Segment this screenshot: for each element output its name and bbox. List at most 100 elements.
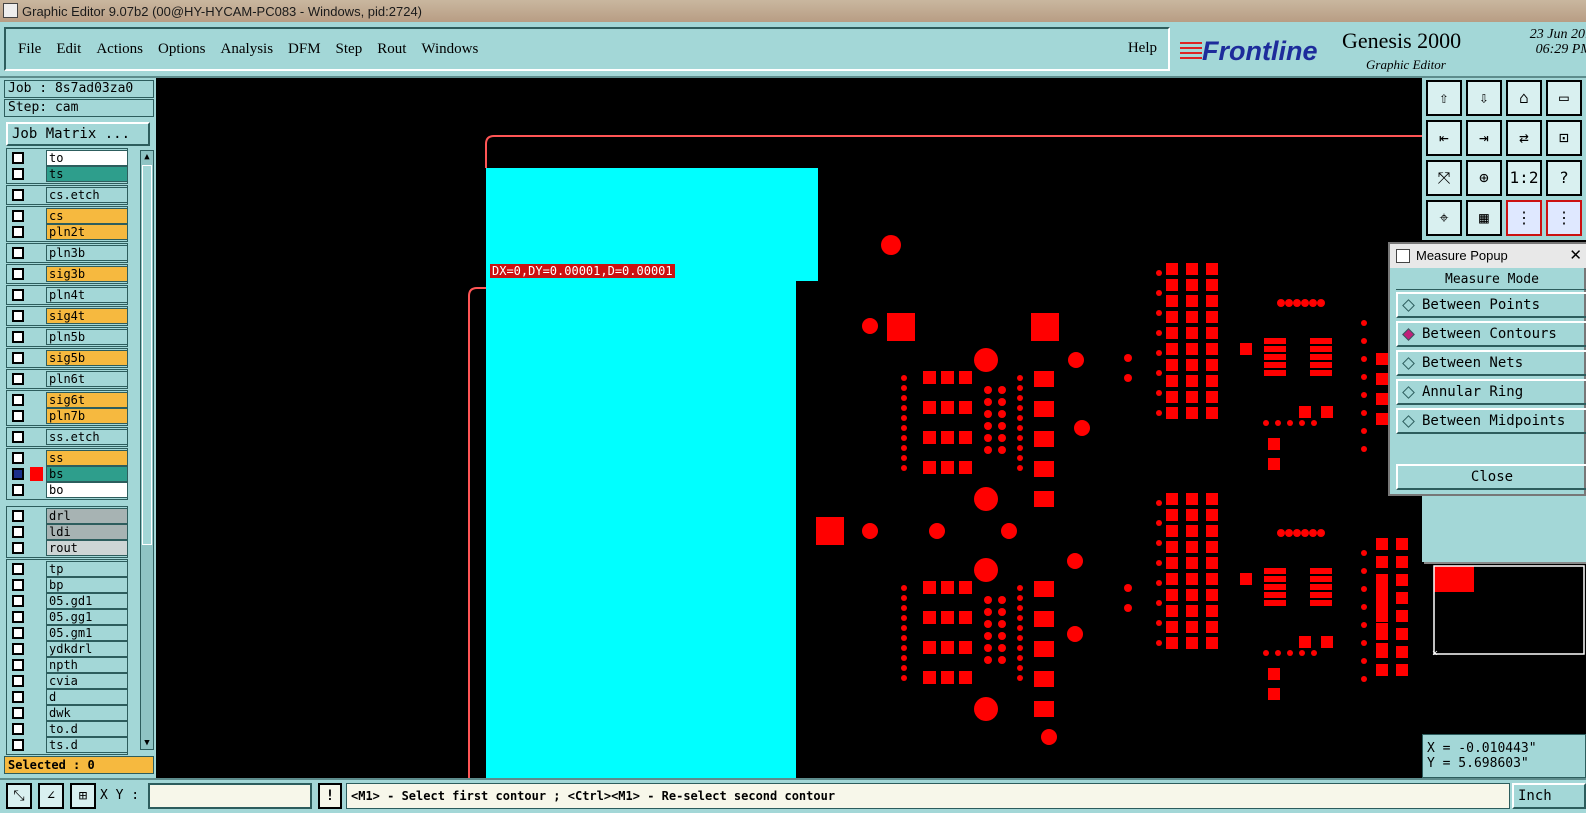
layer-name[interactable]: ts.d	[46, 737, 128, 753]
layer-name[interactable]: pln5b	[46, 329, 128, 345]
menu-file[interactable]: File	[18, 41, 41, 58]
layer-checkbox[interactable]	[12, 595, 24, 607]
warning-icon[interactable]: !	[318, 783, 342, 809]
popup-close-icon[interactable]: ✕	[1569, 244, 1582, 268]
layer-name[interactable]: sig4t	[46, 308, 128, 324]
layer-checkbox[interactable]	[12, 468, 24, 480]
scroll-down-icon[interactable]: ▼	[141, 737, 153, 749]
layer-row-bs[interactable]: bs	[8, 466, 129, 482]
pan-right-icon[interactable]: ⇥	[1466, 120, 1502, 156]
layer-checkbox[interactable]	[12, 247, 24, 259]
measure-option-between-midpoints[interactable]: Between Midpoints	[1396, 408, 1586, 434]
layer-checkbox[interactable]	[12, 643, 24, 655]
layer-checkbox[interactable]	[12, 675, 24, 687]
layer-checkbox[interactable]	[12, 526, 24, 538]
zoom-fit-icon[interactable]: ⤧	[1426, 160, 1462, 196]
pan-left-icon[interactable]: ⇤	[1426, 120, 1462, 156]
layer-row-pln2t[interactable]: pln2t	[8, 224, 129, 240]
menu-step[interactable]: Step	[336, 41, 363, 58]
layer-row-ss.etch[interactable]: ss.etch	[8, 429, 129, 445]
layer-name[interactable]: sig3b	[46, 266, 128, 282]
help-icon[interactable]: ?	[1546, 160, 1582, 196]
layer-checkbox[interactable]	[12, 210, 24, 222]
menu-rout[interactable]: Rout	[377, 41, 406, 58]
layer-checkbox[interactable]	[12, 542, 24, 554]
layer-checkbox[interactable]	[12, 611, 24, 623]
radio-diamond-icon[interactable]	[1402, 299, 1415, 312]
layer-name[interactable]: bo	[46, 482, 128, 498]
radio-diamond-icon[interactable]	[1402, 328, 1415, 341]
layer-row-rout[interactable]: rout	[8, 540, 129, 556]
layer-row-05.gm1[interactable]: 05.gm1	[8, 625, 129, 641]
measure-option-between-points[interactable]: Between Points	[1396, 292, 1586, 318]
layer-name[interactable]: to.d	[46, 721, 128, 737]
layer-row-ss[interactable]: ss	[8, 450, 129, 466]
layer-row-cs.etch[interactable]: cs.etch	[8, 187, 129, 203]
layer-name[interactable]: ss	[46, 450, 128, 466]
layer-row-ldi[interactable]: ldi	[8, 524, 129, 540]
layer-checkbox[interactable]	[12, 510, 24, 522]
layer-name[interactable]: npth	[46, 657, 128, 673]
layer-row-05.gg1[interactable]: 05.gg1	[8, 609, 129, 625]
menu-edit[interactable]: Edit	[56, 41, 81, 58]
radio-diamond-icon[interactable]	[1402, 357, 1415, 370]
open-step-icon[interactable]: ⇩	[1466, 80, 1502, 116]
layer-name[interactable]: cvia	[46, 673, 128, 689]
layer-name[interactable]: bp	[46, 577, 128, 593]
angle-icon[interactable]: ∠	[38, 783, 64, 809]
layer-row-dwk[interactable]: dwk	[8, 705, 129, 721]
layer-row-to.d[interactable]: to.d	[8, 721, 129, 737]
layer-scrollbar[interactable]: ▲ ▼	[140, 150, 154, 750]
layer-name[interactable]: ts	[46, 166, 128, 182]
menu-help[interactable]: Help	[1128, 40, 1157, 57]
layer-checkbox[interactable]	[12, 268, 24, 280]
scale-1-2-icon[interactable]: 1:2	[1506, 160, 1542, 196]
layer-name[interactable]: tp	[46, 561, 128, 577]
layer-name[interactable]: bs	[46, 466, 128, 482]
layer-checkbox[interactable]	[12, 723, 24, 735]
layer-row-ts.d[interactable]: ts.d	[8, 737, 129, 753]
layer-checkbox[interactable]	[12, 373, 24, 385]
menu-options[interactable]: Options	[158, 41, 206, 58]
net-select-icon[interactable]: ⋮	[1546, 200, 1582, 236]
layer-checkbox[interactable]	[12, 310, 24, 322]
layer-row-05.gd1[interactable]: 05.gd1	[8, 593, 129, 609]
layer-checkbox[interactable]	[12, 152, 24, 164]
measure-icon[interactable]: ⌖	[1426, 200, 1462, 236]
layer-checkbox[interactable]	[12, 579, 24, 591]
layer-name[interactable]: to	[46, 150, 128, 166]
fit-icon[interactable]: ⊡	[1546, 120, 1582, 156]
units-selector[interactable]: Inch	[1512, 783, 1586, 809]
layer-name[interactable]: pln2t	[46, 224, 128, 240]
zoom-home-icon[interactable]: ⇧	[1426, 80, 1462, 116]
layer-name[interactable]: cs.etch	[46, 187, 128, 203]
layer-name[interactable]: rout	[46, 540, 128, 556]
layer-checkbox[interactable]	[12, 691, 24, 703]
layer-row-sig3b[interactable]: sig3b	[8, 266, 129, 282]
grid-snap-icon[interactable]: ⊞	[70, 783, 96, 809]
menu-analysis[interactable]: Analysis	[221, 41, 274, 58]
layer-name[interactable]: pln7b	[46, 408, 128, 424]
layer-name[interactable]: ldi	[46, 524, 128, 540]
scroll-up-icon[interactable]: ▲	[141, 151, 153, 163]
radio-diamond-icon[interactable]	[1402, 415, 1415, 428]
zoom-center-icon[interactable]: ⊕	[1466, 160, 1502, 196]
close-window-icon[interactable]: ▭	[1546, 80, 1582, 116]
layer-name[interactable]: drl	[46, 508, 128, 524]
layer-row-drl[interactable]: drl	[8, 508, 129, 524]
layer-row-ydkdrl[interactable]: ydkdrl	[8, 641, 129, 657]
layer-row-bo[interactable]: bo	[8, 482, 129, 498]
layer-row-ts[interactable]: ts	[8, 166, 129, 182]
layer-row-tp[interactable]: tp	[8, 561, 129, 577]
layer-checkbox[interactable]	[12, 627, 24, 639]
xy-input[interactable]	[148, 783, 312, 809]
layer-row-d[interactable]: d	[8, 689, 129, 705]
layer-name[interactable]: dwk	[46, 705, 128, 721]
snap-icon[interactable]: ⤡	[6, 783, 32, 809]
layer-row-pln7b[interactable]: pln7b	[8, 408, 129, 424]
layer-name[interactable]: d	[46, 689, 128, 705]
scroll-thumb[interactable]	[142, 165, 152, 545]
layer-checkbox[interactable]	[12, 452, 24, 464]
layer-checkbox[interactable]	[12, 707, 24, 719]
layer-checkbox[interactable]	[12, 410, 24, 422]
